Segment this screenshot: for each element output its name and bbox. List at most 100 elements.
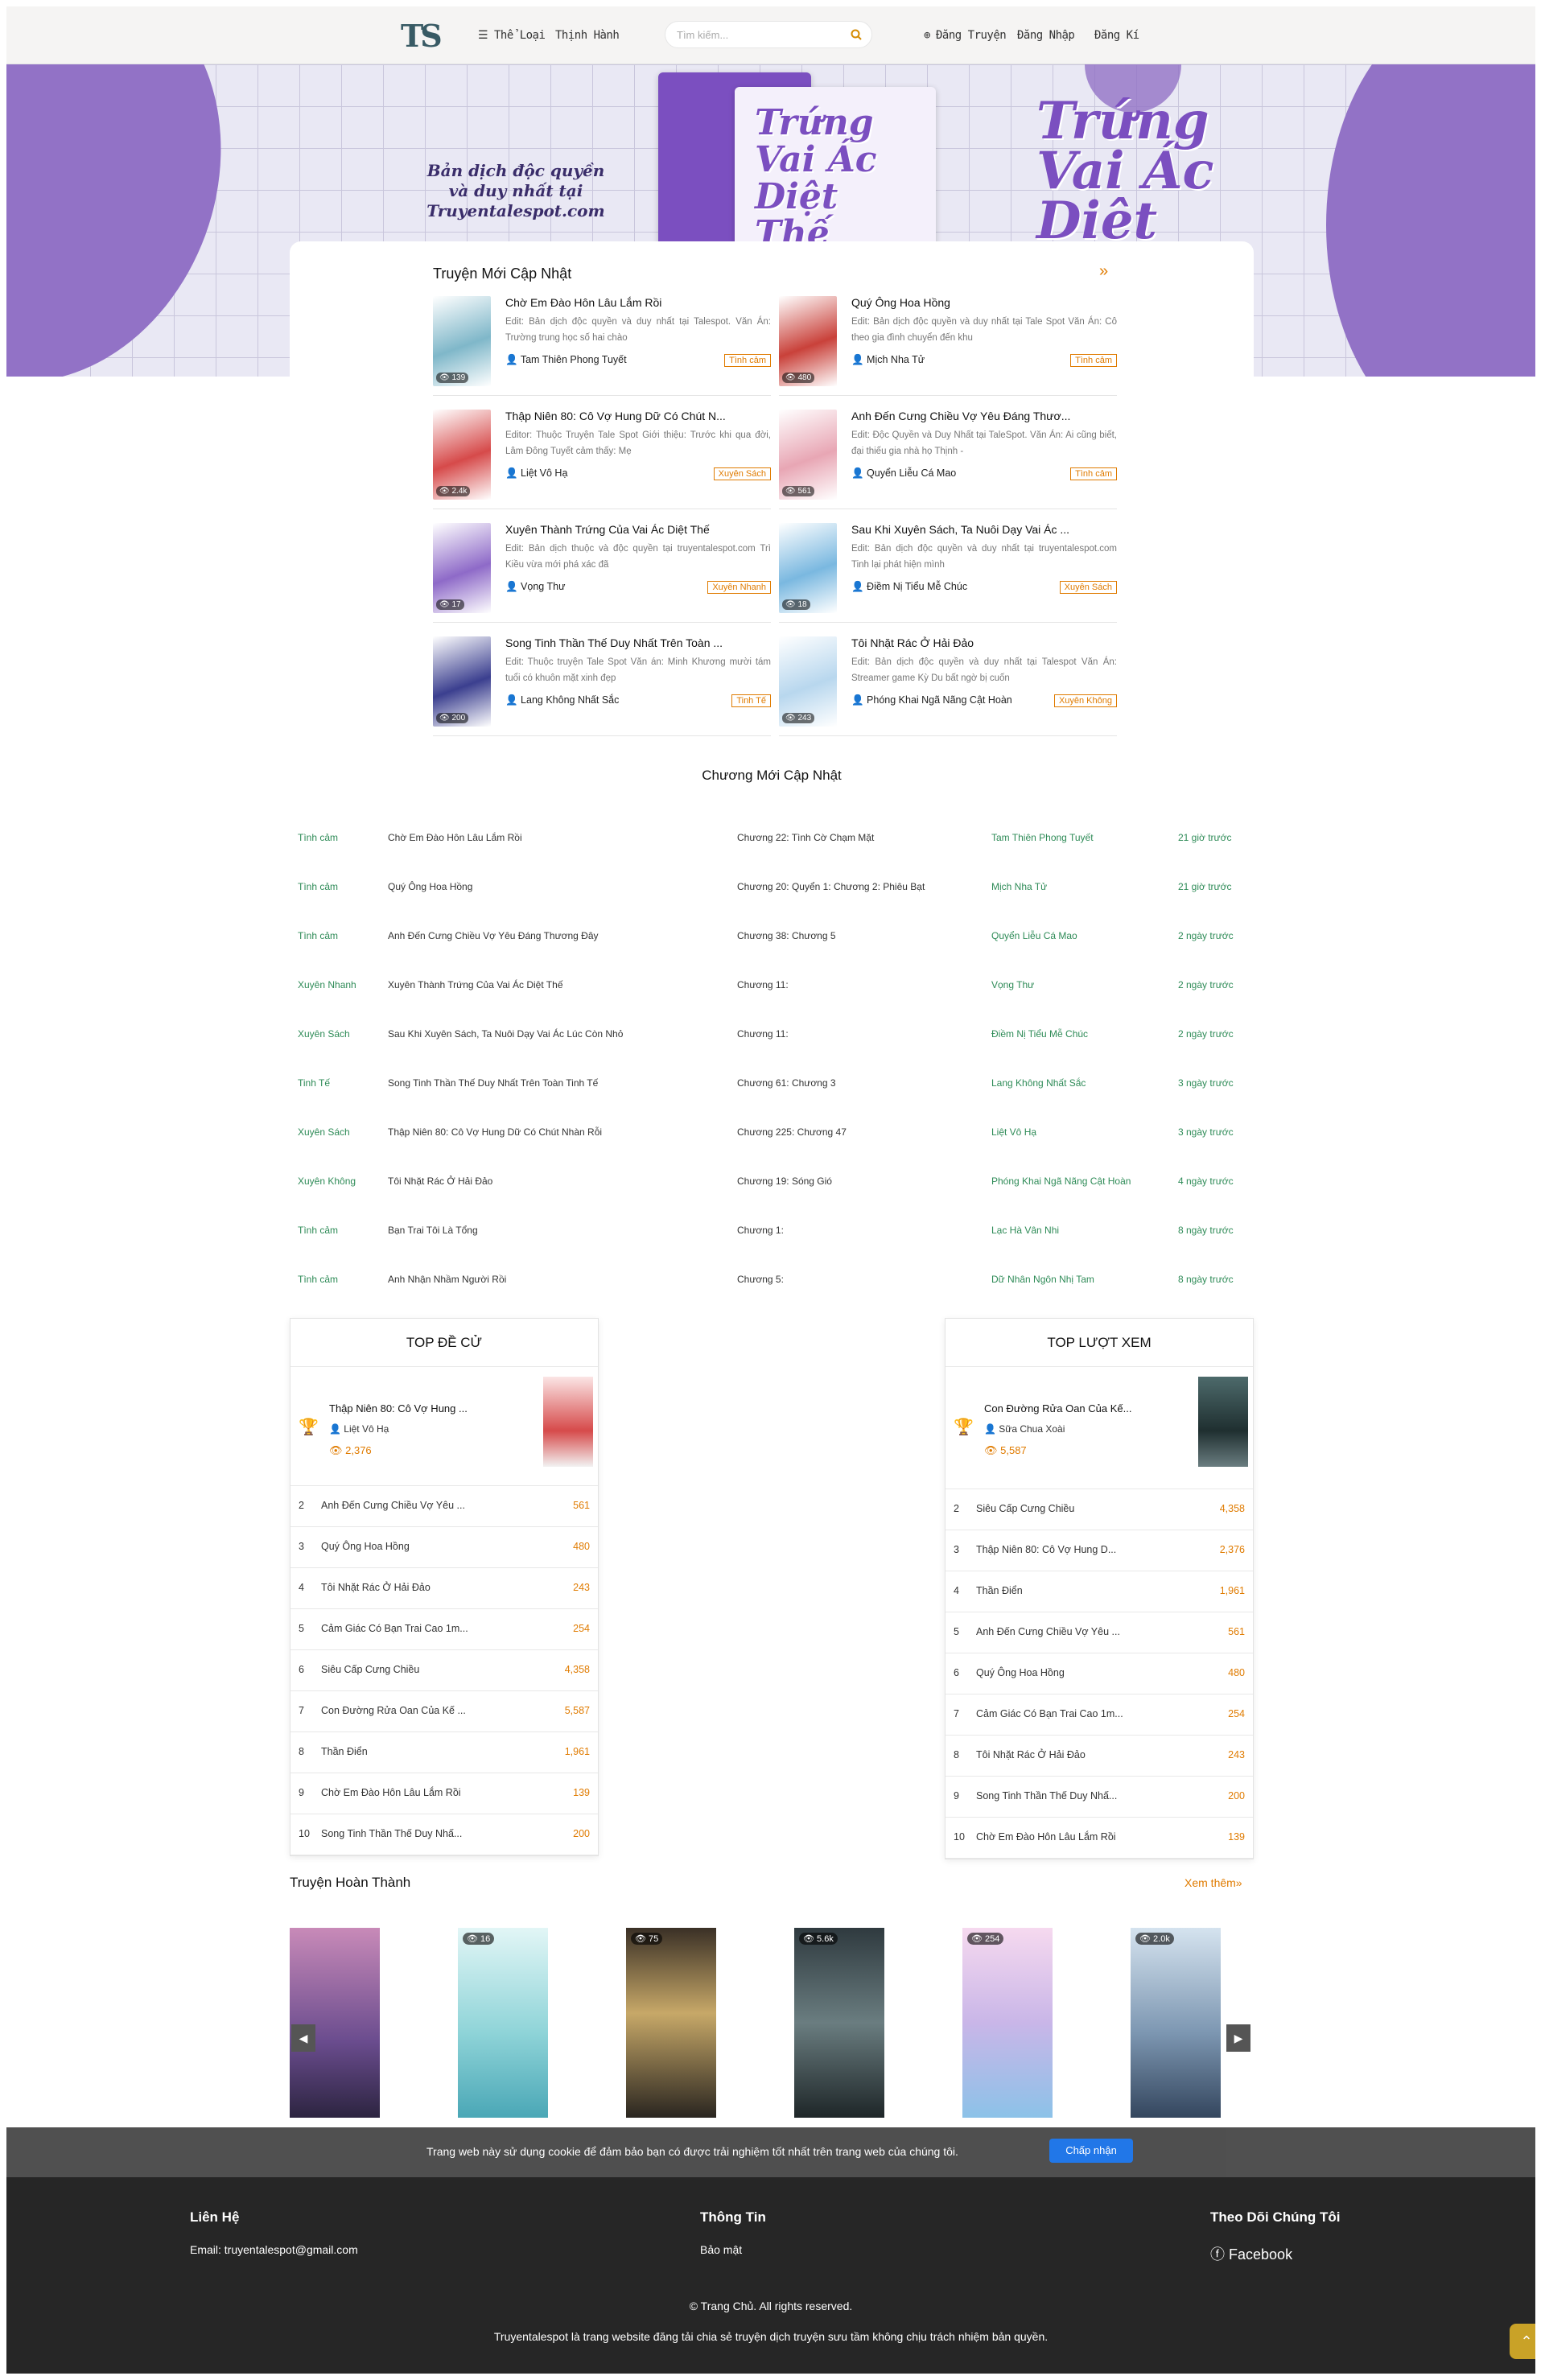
rank-title[interactable]: Thần Điển (321, 1746, 368, 1757)
top-views-first[interactable]: 🏆 Con Đường Rửa Oan Của Kế... 👤 Sữa Chua… (946, 1367, 1253, 1489)
footer-facebook-link[interactable]: ⓕ Facebook (1210, 2243, 1292, 2264)
ranking-row[interactable]: 8 Thần Điển 1,961 (290, 1732, 598, 1773)
completed-story-card[interactable]: 👁 5.6k (794, 1928, 884, 2118)
carousel-prev-button[interactable]: ◀ (291, 2024, 315, 2052)
rank-title[interactable]: Song Tinh Thần Thế Duy Nhấ... (976, 1790, 1117, 1801)
ranking-row[interactable]: 10 Song Tinh Thần Thế Duy Nhấ... 200 (290, 1814, 598, 1855)
completed-story-card[interactable]: 👁 16 (458, 1928, 548, 2118)
ranking-row[interactable]: 8 Tôi Nhặt Rác Ở Hải Đảo 243 (946, 1736, 1253, 1777)
chapter-title[interactable]: Chương 225: Chương 47 (737, 1126, 847, 1138)
chapter-genre[interactable]: Tình cảm (298, 881, 338, 892)
chapter-title[interactable]: Chương 20: Quyển 1: Chương 2: Phiêu Bạt (737, 881, 925, 892)
chapter-genre[interactable]: Tình cảm (298, 930, 338, 941)
nav-login[interactable]: Đăng Nhập (1017, 29, 1075, 42)
completed-story-cover[interactable] (626, 1928, 716, 2118)
chapter-story-name[interactable]: Anh Đến Cưng Chiều Vợ Yêu Đáng Thương Đâ… (388, 930, 599, 941)
story-author[interactable]: 👤 Lang Không Nhất Sắc (505, 694, 619, 706)
rank-title[interactable]: Siêu Cấp Cưng Chiều (321, 1664, 419, 1675)
nav-trending[interactable]: Thịnh Hành (555, 29, 620, 42)
carousel-next-button[interactable]: ▶ (1226, 2024, 1250, 2052)
rank-title[interactable]: Siêu Cấp Cưng Chiều (976, 1503, 1074, 1514)
chapter-author[interactable]: Dữ Nhân Ngôn Nhị Tam (991, 1274, 1094, 1285)
search-icon[interactable] (851, 29, 862, 40)
story-genre-tag[interactable]: Tình cảm (1070, 354, 1117, 367)
ranking-row[interactable]: 4 Tôi Nhặt Rác Ở Hải Đảo 243 (290, 1568, 598, 1609)
rank-title[interactable]: Thần Điển (976, 1585, 1023, 1596)
rank-title[interactable]: Anh Đến Cưng Chiều Vợ Yêu ... (321, 1500, 465, 1511)
chapter-title[interactable]: Chương 22: Tình Cờ Chạm Mặt (737, 832, 874, 843)
chapter-story-name[interactable]: Anh Nhận Nhầm Người Rồi (388, 1274, 506, 1285)
story-author[interactable]: 👤 Quyển Liễu Cá Mao (851, 467, 956, 480)
story-card[interactable]: 👁 561 Anh Đến Cưng Chiều Vợ Yêu Đáng Thươ… (779, 410, 1117, 509)
story-title[interactable]: Quý Ông Hoa Hồng (851, 296, 1117, 309)
chapter-author[interactable]: Tam Thiên Phong Tuyết (991, 832, 1094, 843)
rank-title[interactable]: Cảm Giác Có Bạn Trai Cao 1m... (976, 1708, 1123, 1719)
completed-story-cover[interactable] (794, 1928, 884, 2118)
chapter-story-name[interactable]: Bạn Trai Tôi Là Tổng (388, 1225, 478, 1236)
chapter-genre[interactable]: Xuyên Sách (298, 1126, 350, 1138)
chapter-story-name[interactable]: Tôi Nhặt Rác Ở Hải Đảo (388, 1176, 492, 1187)
story-title[interactable]: Thập Niên 80: Cô Vợ Hung Dữ Có Chút N... (505, 410, 771, 422)
nav-genres[interactable]: ☰ Thể Loại (478, 29, 546, 42)
rank-title[interactable]: Con Đường Rửa Oan Của Kế ... (321, 1705, 466, 1716)
rank-title[interactable]: Chờ Em Đào Hôn Lâu Lắm Rồi (976, 1831, 1116, 1843)
chapter-genre[interactable]: Xuyên Nhanh (298, 979, 356, 990)
completed-story-cover[interactable] (290, 1928, 380, 2118)
story-card[interactable]: 👁 2.4k Thập Niên 80: Cô Vợ Hung Dữ Có Chú… (433, 410, 771, 509)
completed-story-cover[interactable] (1131, 1928, 1221, 2118)
chapter-author[interactable]: Lang Không Nhất Sắc (991, 1077, 1086, 1089)
rank-title[interactable]: Anh Đến Cưng Chiều Vợ Yêu ... (976, 1626, 1120, 1637)
rank-title[interactable]: Quý Ông Hoa Hồng (321, 1541, 410, 1552)
story-card[interactable]: 👁 480 Quý Ông Hoa Hồng Edit: Bản dịch độc … (779, 296, 1117, 396)
story-card[interactable]: 👁 18 Sau Khi Xuyên Sách, Ta Nuôi Dạy Vai … (779, 523, 1117, 623)
chapter-genre[interactable]: Tình cảm (298, 832, 338, 843)
story-genre-tag[interactable]: Xuyên Sách (713, 467, 771, 480)
chapter-story-name[interactable]: Sau Khi Xuyên Sách, Ta Nuôi Dạy Vai Ác L… (388, 1028, 623, 1040)
chapter-title[interactable]: Chương 19: Sóng Gió (737, 1176, 832, 1187)
story-genre-tag[interactable]: Xuyên Sách (1059, 581, 1117, 594)
story-author[interactable]: 👤 Tam Thiên Phong Tuyết (505, 354, 627, 366)
story-author[interactable]: 👤 Liệt Vô Hạ (505, 467, 567, 480)
ranking-row[interactable]: 4 Thần Điển 1,961 (946, 1571, 1253, 1612)
ranking-row[interactable]: 9 Chờ Em Đào Hôn Lâu Lắm Rồi 139 (290, 1773, 598, 1814)
chapter-genre[interactable]: Tình cảm (298, 1225, 338, 1236)
nav-register[interactable]: Đăng Kí (1094, 29, 1139, 42)
ranking-row[interactable]: 3 Quý Ông Hoa Hồng 480 (290, 1527, 598, 1568)
chapter-genre[interactable]: Xuyên Không (298, 1176, 356, 1187)
story-title[interactable]: Song Tinh Thần Thế Duy Nhất Trên Toàn ..… (505, 636, 771, 649)
story-card[interactable]: 👁 200 Song Tinh Thần Thế Duy Nhất Trên To… (433, 636, 771, 736)
ranking-row[interactable]: 5 Anh Đến Cưng Chiều Vợ Yêu ... 561 (946, 1612, 1253, 1653)
story-author[interactable]: 👤 Điềm Nị Tiểu Mễ Chúc (851, 581, 967, 593)
rank-title[interactable]: Chờ Em Đào Hôn Lâu Lắm Rồi (321, 1787, 461, 1798)
first-title[interactable]: Thập Niên 80: Cô Vợ Hung ... (329, 1402, 468, 1414)
completed-more-link[interactable]: Xem thêm» (1184, 1876, 1242, 1889)
rank-title[interactable]: Tôi Nhặt Rác Ở Hải Đảo (976, 1749, 1086, 1760)
site-logo[interactable]: TS (401, 18, 449, 54)
completed-story-cover[interactable] (962, 1928, 1053, 2118)
story-title[interactable]: Sau Khi Xuyên Sách, Ta Nuôi Dạy Vai Ác .… (851, 523, 1117, 536)
story-genre-tag[interactable]: Tình cảm (724, 354, 771, 367)
ranking-row[interactable]: 2 Siêu Cấp Cưng Chiều 4,358 (946, 1489, 1253, 1530)
cookie-accept-button[interactable]: Chấp nhận (1049, 2139, 1133, 2163)
rank-title[interactable]: Cảm Giác Có Bạn Trai Cao 1m... (321, 1623, 468, 1634)
completed-story-card[interactable]: 👁 2.0k (1131, 1928, 1221, 2118)
story-author[interactable]: 👤 Phóng Khai Ngã Nãng Cật Hoàn (851, 694, 1012, 706)
chapter-author[interactable]: Vọng Thư (991, 979, 1034, 990)
chapter-title[interactable]: Chương 11: (737, 979, 789, 990)
footer-email[interactable]: Email: truyentalespot@gmail.com (190, 2243, 358, 2256)
story-cover[interactable]: 👁 200 (433, 636, 491, 727)
story-cover[interactable]: 👁 243 (779, 636, 837, 727)
story-card[interactable]: 👁 17 Xuyên Thành Trứng Của Vai Ác Diệt Th… (433, 523, 771, 623)
new-updates-more-icon[interactable]: » (1099, 262, 1108, 281)
story-author[interactable]: 👤 Vọng Thư (505, 581, 565, 593)
search-input[interactable]: Tìm kiếm... (677, 29, 728, 41)
nav-post-story[interactable]: Đăng Truyện (936, 29, 1007, 42)
chapter-author[interactable]: Điềm Nị Tiểu Mễ Chúc (991, 1028, 1088, 1040)
story-title[interactable]: Chờ Em Đào Hôn Lâu Lắm Rồi (505, 296, 771, 309)
story-cover[interactable]: 👁 18 (779, 523, 837, 613)
search-box[interactable]: Tìm kiếm... (665, 21, 872, 48)
chapter-genre[interactable]: Tình cảm (298, 1274, 338, 1285)
chapter-author[interactable]: Quyển Liễu Cá Mao (991, 930, 1077, 941)
rank-title[interactable]: Song Tinh Thần Thế Duy Nhấ... (321, 1828, 462, 1839)
story-cover[interactable]: 👁 561 (779, 410, 837, 500)
